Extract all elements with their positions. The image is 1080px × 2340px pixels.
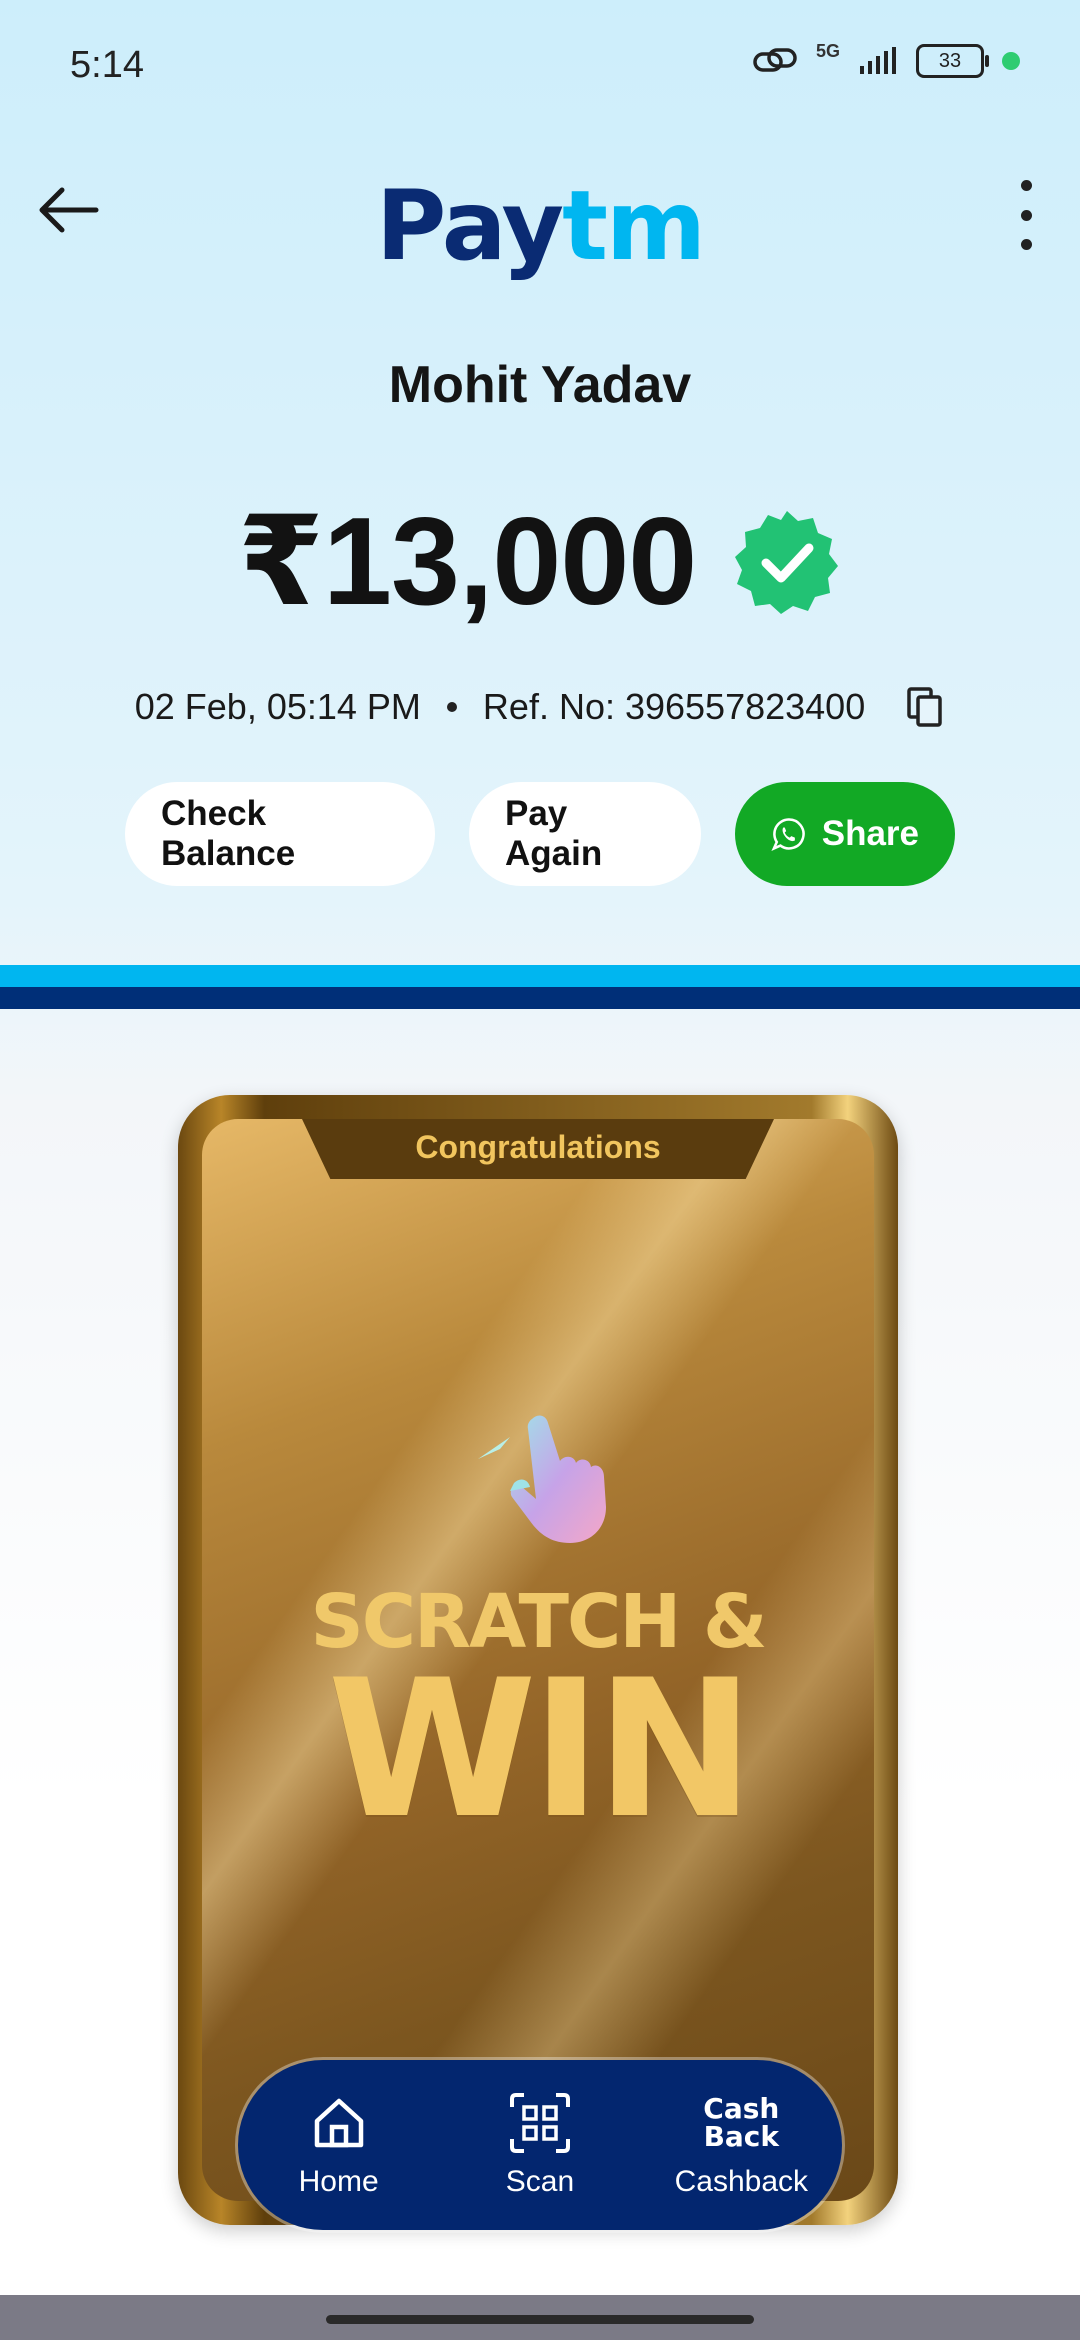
nav-scan-label: Scan (505, 2165, 575, 2198)
action-buttons: Check Balance Pay Again Share (0, 782, 1080, 886)
copy-icon[interactable] (905, 685, 945, 729)
battery-icon: 33 (916, 44, 989, 78)
transaction-meta: 02 Feb, 05:14 PM Ref. No: 396557823400 (0, 685, 1080, 729)
cashback-glyph-bottom: Back (703, 2120, 780, 2153)
nav-cashback-label: Cashback (674, 2165, 809, 2198)
more-dot (1020, 209, 1032, 221)
share-label: Share (821, 814, 919, 853)
brand-stripe-light (0, 965, 1080, 987)
battery-level: 33 (938, 49, 962, 72)
scratch-hand-icon (478, 1415, 606, 1543)
nav-scan[interactable]: Scan (445, 2091, 635, 2199)
reference-number: Ref. No: 396557823400 (482, 686, 866, 727)
paytm-logo: Paytm (0, 170, 1080, 282)
separator-dot (446, 702, 457, 712)
congratulations-label: Congratulations (415, 1129, 661, 1165)
more-dot (1020, 180, 1032, 191)
scratch-card[interactable]: Congratulations SCRATCH & WIN (178, 1095, 898, 2225)
share-button[interactable]: Share (735, 782, 955, 886)
transaction-datetime: 02 Feb, 05:14 PM (134, 686, 421, 727)
check-balance-button[interactable]: Check Balance (125, 782, 435, 886)
network-label: 5G (815, 40, 840, 61)
logo-pay: Pay (375, 170, 564, 282)
status-icons: 5G 33 (752, 40, 1020, 78)
verified-check-icon (735, 511, 839, 614)
more-dot (1020, 239, 1032, 250)
whatsapp-icon (771, 818, 805, 851)
link-icon (753, 48, 797, 72)
bottom-navigation: Home Scan Cash Back Cashback (238, 2060, 842, 2230)
nav-cashback[interactable]: Cash Back Cashback (646, 2091, 836, 2199)
pay-again-button[interactable]: Pay Again (469, 782, 701, 886)
cashback-glyph-top: Cash (703, 2092, 780, 2125)
amount: ₹13,000 (237, 493, 698, 631)
amount-row: ₹13,000 (0, 490, 1080, 634)
more-options-button[interactable] (1008, 180, 1044, 250)
win-title: WIN (327, 1639, 754, 1860)
nav-home[interactable]: Home (244, 2091, 434, 2199)
scan-icon (509, 2093, 570, 2153)
status-time: 5:14 (70, 44, 144, 86)
nav-home-label: Home (298, 2165, 379, 2198)
home-indicator[interactable] (326, 2315, 754, 2324)
cashback-icon: Cash Back (703, 2091, 779, 2155)
logo-tm: tm (562, 170, 706, 282)
payee-name: Mohit Yadav (388, 356, 692, 414)
scratch-card-face[interactable]: Congratulations SCRATCH & WIN (202, 1119, 874, 2201)
signal-icon (860, 47, 896, 74)
privacy-dot (1002, 52, 1020, 70)
brand-stripe-dark (0, 987, 1080, 1009)
home-icon (314, 2098, 363, 2148)
